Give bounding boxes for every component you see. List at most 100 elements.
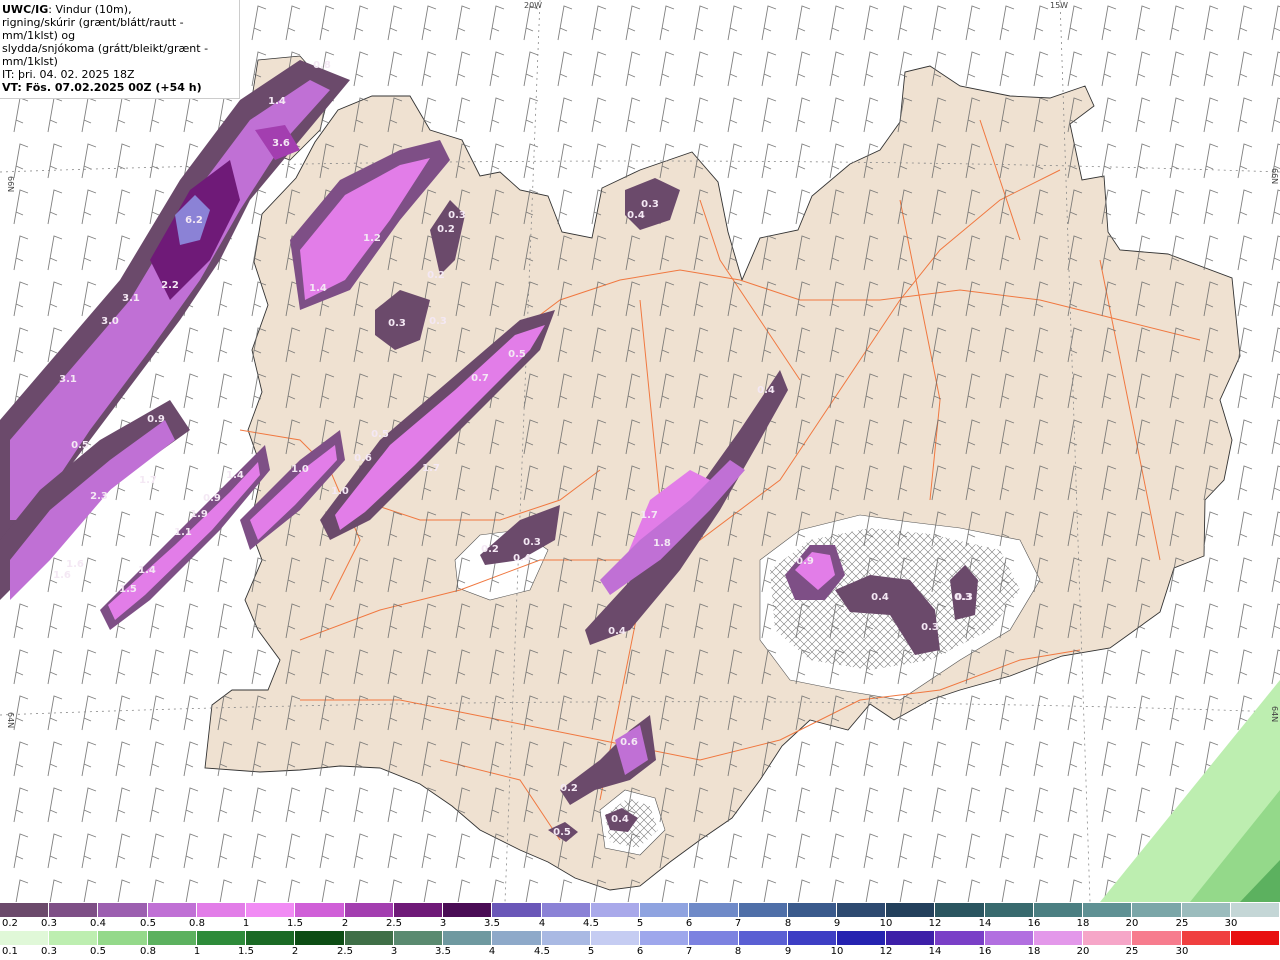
rain-swatch (689, 931, 739, 945)
precip-value-label: 0.2 (481, 544, 499, 555)
snow-swatch (147, 903, 197, 917)
rain-tick-label: 9 (784, 946, 792, 957)
snow-swatch (295, 903, 345, 917)
precip-value-label: 1.1 (174, 527, 192, 538)
snow-swatch (1181, 903, 1231, 917)
rain-swatch (196, 931, 247, 945)
rain-tick-label: 6 (636, 946, 644, 957)
rain-swatch (935, 931, 985, 945)
rain-swatch (984, 931, 1034, 945)
rain-swatch (886, 931, 936, 945)
rain-swatch (1132, 931, 1182, 945)
snow-swatch (886, 903, 936, 917)
precip-value-label: 0.3 (523, 537, 541, 548)
snow-tick-label: 2 (341, 918, 349, 929)
precip-value-label: 1.0 (331, 486, 349, 497)
precip-value-label: 1.9 (190, 509, 208, 520)
snow-swatch (935, 903, 985, 917)
precip-value-label: 6.2 (185, 215, 203, 226)
rain-swatch (836, 931, 887, 945)
precip-value-label: 0.3 (429, 316, 447, 327)
rain-tick-label: 1 (193, 946, 201, 957)
lon-label-15w: 15W (1050, 1, 1068, 10)
snow-tick-label: 3.5 (484, 918, 500, 929)
precip-value-label: 0.9 (796, 556, 814, 567)
precip-value-label: 1.8 (653, 538, 671, 549)
rain-tick-label: 14 (928, 946, 942, 957)
rain-swatch (1033, 931, 1084, 945)
precip-value-label: 0.3 (641, 199, 659, 210)
precip-value-label: 1.4 (268, 96, 286, 107)
rain-swatch (295, 931, 345, 945)
snow-swatch (0, 903, 50, 917)
precip-value-label: 1.2 (363, 233, 381, 244)
rain-tick-label: 5 (587, 946, 595, 957)
title-line-2: rigning/skúrir (grænt/blátt/rautt - mm/1… (2, 16, 184, 42)
precip-value-label: 0.5 (553, 827, 571, 838)
precip-value-label: 0.3 (448, 210, 466, 221)
precip-value-label: 0.3 (921, 622, 939, 633)
snow-swatch (836, 903, 887, 917)
rain-tick-label: 30 (1175, 946, 1189, 957)
init-time: IT: þri. 04. 02. 2025 18Z (2, 68, 135, 81)
precip-value-label: 1.7 (139, 475, 157, 486)
precip-value-label: 0.4 (611, 814, 629, 825)
snow-tick-label: 25 (1175, 918, 1189, 929)
rain-swatch (541, 931, 591, 945)
rain-tick-label: 0.8 (140, 946, 156, 957)
snow-swatch (98, 903, 148, 917)
rain-colorbar-ticks: 0.1 0.3 0.5 0.8 1 1.5 2 2.5 3 3.5 4 4.5 5 6 7 8 9 10 12 14 1… (0, 946, 1280, 958)
precip-value-label: 0.9 (203, 493, 221, 504)
rain-tick-label: 18 (1027, 946, 1041, 957)
precip-value-label: 2.3 (90, 491, 108, 502)
precip-value-label: 0.4 (757, 385, 775, 396)
snow-swatch (984, 903, 1034, 917)
rain-swatch (492, 931, 542, 945)
snow-swatch (640, 903, 690, 917)
precip-value-label: 0.9 (147, 414, 165, 425)
rain-tick-label: 0.1 (2, 946, 18, 957)
snow-tick-label: 16 (1027, 918, 1041, 929)
snow-tick-label: 12 (928, 918, 942, 929)
snow-tick-label: 0.8 (189, 918, 205, 929)
rain-tick-label: 0.3 (41, 946, 57, 957)
precip-value-label: 1.0 (291, 464, 309, 475)
snow-swatch (246, 903, 296, 917)
rain-tick-label: 16 (978, 946, 992, 957)
precip-value-label: 2.2 (161, 280, 179, 291)
snow-tick-label: 0.4 (90, 918, 106, 929)
precip-value-label: 0.5 (508, 349, 526, 360)
lat-label-64n-left: 64N (6, 712, 15, 728)
snow-colorbar (0, 903, 1280, 917)
precip-value-label: 0.2 (560, 783, 578, 794)
precip-value-label: 0.6 (620, 737, 638, 748)
precip-value-label: 1.4 (138, 565, 156, 576)
title-line-1-rest: : Vindur (10m), (48, 3, 132, 16)
precip-value-label: 0.3 (954, 592, 972, 603)
snow-tick-label: 0.3 (41, 918, 57, 929)
lat-label-66n-right: 66N (1270, 168, 1279, 184)
snow-tick-label: 6 (685, 918, 693, 929)
precip-value-label: 0.2 (437, 224, 455, 235)
precip-value-label: 3.6 (272, 138, 290, 149)
rain-swatch (738, 931, 788, 945)
snow-tick-label: 1.5 (287, 918, 303, 929)
rain-swatch (49, 931, 99, 945)
rain-tick-label: 4.5 (534, 946, 550, 957)
rain-tick-label: 0.5 (90, 946, 106, 957)
rain-swatch (1230, 931, 1280, 945)
rain-swatch (787, 931, 837, 945)
precip-value-label: 0.7 (471, 373, 489, 384)
precip-value-label: 1.7 (422, 463, 440, 474)
precip-value-label: 0.4 (871, 592, 889, 603)
snow-swatch (787, 903, 837, 917)
rain-tick-label: 2 (291, 946, 299, 957)
snow-swatch (541, 903, 591, 917)
snow-tick-label: 0.5 (140, 918, 156, 929)
precip-value-label: 0.5 (371, 429, 389, 440)
precip-value-label: 1.4 (309, 283, 327, 294)
snow-swatch (443, 903, 493, 917)
rain-tick-label: 7 (685, 946, 693, 957)
rain-tick-label: 25 (1125, 946, 1139, 957)
precip-value-label: 3.1 (122, 293, 140, 304)
